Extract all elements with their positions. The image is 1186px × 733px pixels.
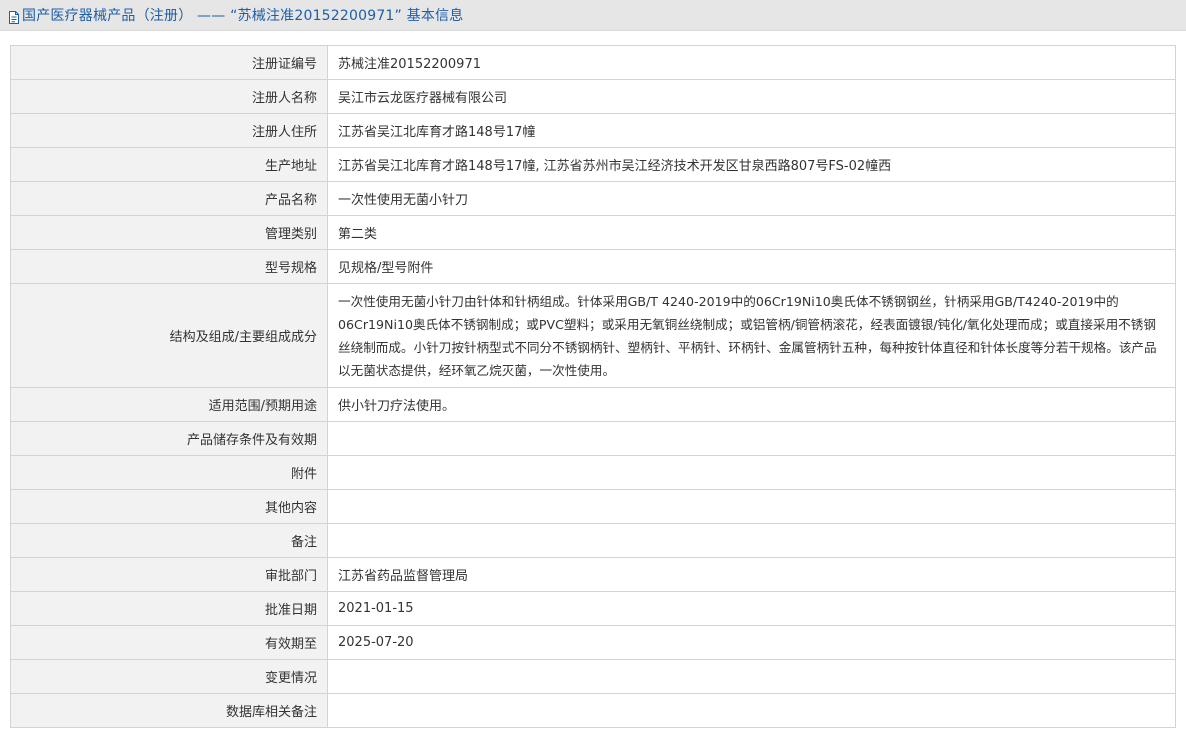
product-info-table: 注册证编号 苏械注准20152200971 注册人名称 吴江市云龙医疗器械有限公… [10, 45, 1176, 728]
page-header: 国产医疗器械产品（注册） —— “苏械注准20152200971” 基本信息 [0, 0, 1186, 31]
row-label: 备注 [10, 523, 328, 558]
row-value: 苏械注准20152200971 [327, 45, 1176, 80]
table-row-storage-validity: 产品储存条件及有效期 [10, 421, 1176, 456]
table-row-approval-date: 批准日期 2021-01-15 [10, 591, 1176, 626]
row-value: 江苏省吴江北库育才路148号17幢 [327, 113, 1176, 148]
row-label: 附件 [10, 455, 328, 490]
table-row-registrant-address: 注册人住所 江苏省吴江北库育才路148号17幢 [10, 113, 1176, 148]
row-value: 2021-01-15 [327, 591, 1176, 626]
row-label: 有效期至 [10, 625, 328, 660]
row-value: 一次性使用无菌小针刀 [327, 181, 1176, 216]
page-title: 国产医疗器械产品（注册） —— “苏械注准20152200971” 基本信息 [22, 8, 464, 24]
table-row-attachment: 附件 [10, 455, 1176, 490]
table-row-change-history: 变更情况 [10, 659, 1176, 694]
document-icon [9, 9, 19, 24]
row-value: 见规格/型号附件 [327, 249, 1176, 284]
row-value: 江苏省药品监督管理局 [327, 557, 1176, 592]
row-label: 结构及组成/主要组成成分 [10, 283, 328, 388]
table-row-production-address: 生产地址 江苏省吴江北库育才路148号17幢, 江苏省苏州市吴江经济技术开发区甘… [10, 147, 1176, 182]
row-label: 其他内容 [10, 489, 328, 524]
table-row-model-spec: 型号规格 见规格/型号附件 [10, 249, 1176, 284]
row-value: 第二类 [327, 215, 1176, 250]
row-label: 管理类别 [10, 215, 328, 250]
row-value [327, 455, 1176, 490]
row-value: 江苏省吴江北库育才路148号17幢, 江苏省苏州市吴江经济技术开发区甘泉西路80… [327, 147, 1176, 182]
row-value: 一次性使用无菌小针刀由针体和针柄组成。针体采用GB/T 4240-2019中的0… [327, 283, 1176, 388]
table-row-registrant-name: 注册人名称 吴江市云龙医疗器械有限公司 [10, 79, 1176, 114]
table-row-valid-until: 有效期至 2025-07-20 [10, 625, 1176, 660]
table-row-registration-number: 注册证编号 苏械注准20152200971 [10, 45, 1176, 80]
table-row-other-content: 其他内容 [10, 489, 1176, 524]
row-label: 产品名称 [10, 181, 328, 216]
table-row-remarks: 备注 [10, 523, 1176, 558]
row-value [327, 523, 1176, 558]
row-value [327, 489, 1176, 524]
row-label: 注册证编号 [10, 45, 328, 80]
table-row-structure-composition: 结构及组成/主要组成成分 一次性使用无菌小针刀由针体和针柄组成。针体采用GB/T… [10, 283, 1176, 388]
row-label: 型号规格 [10, 249, 328, 284]
table-row-intended-use: 适用范围/预期用途 供小针刀疗法使用。 [10, 387, 1176, 422]
row-label: 数据库相关备注 [10, 693, 328, 728]
row-label: 审批部门 [10, 557, 328, 592]
row-label: 注册人名称 [10, 79, 328, 114]
row-label: 变更情况 [10, 659, 328, 694]
table-row-management-category: 管理类别 第二类 [10, 215, 1176, 250]
table-row-database-remarks: 数据库相关备注 [10, 693, 1176, 728]
row-label: 注册人住所 [10, 113, 328, 148]
table-row-approval-department: 审批部门 江苏省药品监督管理局 [10, 557, 1176, 592]
row-label: 批准日期 [10, 591, 328, 626]
row-value: 供小针刀疗法使用。 [327, 387, 1176, 422]
row-value: 吴江市云龙医疗器械有限公司 [327, 79, 1176, 114]
row-label: 生产地址 [10, 147, 328, 182]
row-value [327, 693, 1176, 728]
row-value [327, 421, 1176, 456]
table-row-product-name: 产品名称 一次性使用无菌小针刀 [10, 181, 1176, 216]
row-value [327, 659, 1176, 694]
row-value: 2025-07-20 [327, 625, 1176, 660]
row-label: 适用范围/预期用途 [10, 387, 328, 422]
row-label: 产品储存条件及有效期 [10, 421, 328, 456]
